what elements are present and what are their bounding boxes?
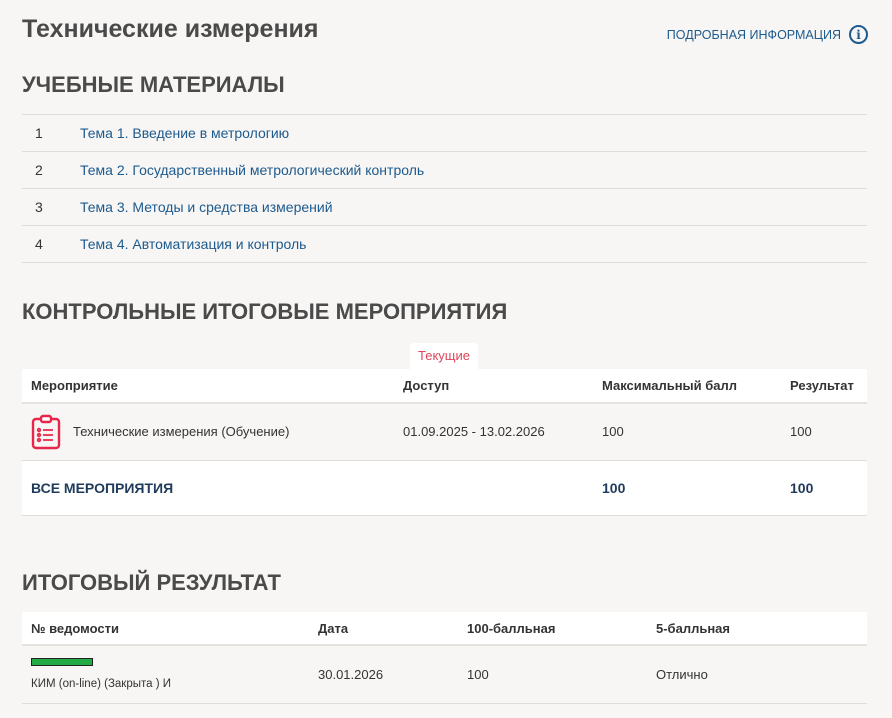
list-item: 2 Тема 2. Государственный метрологический… [22, 152, 867, 189]
page-title: Технические измерения [22, 15, 319, 43]
sheet-date: 30.01.2026 [309, 645, 458, 704]
final-heading: ИТОГОВЫЙ РЕЗУЛЬТАТ [22, 570, 281, 595]
total-max: 100 [593, 460, 781, 516]
col-header: Доступ [394, 369, 593, 404]
col-header: 5-балльная [647, 612, 867, 646]
sheet-name: КИМ (on-line) (Закрыта ) И [31, 678, 171, 691]
col-header: Максимальный балл [593, 369, 781, 404]
control-heading: КОНТРОЛЬНЫЕ ИТОГОВЫЕ МЕРОПРИЯТИЯ [22, 299, 508, 324]
score-5: Отлично [647, 645, 867, 704]
item-number: 4 [35, 236, 43, 252]
event-access: 01.09.2025 - 13.02.2026 [394, 403, 593, 461]
item-number: 2 [35, 162, 43, 178]
col-header: № ведомости [22, 612, 309, 646]
final-table: № ведомости Дата 100-балльная 5-балльная КИ… [22, 612, 867, 704]
col-header: Результат [781, 369, 867, 404]
topic-link[interactable]: Тема 2. Государственный метрологический … [80, 162, 424, 178]
item-number: 1 [35, 125, 43, 141]
list-item: 4 Тема 4. Автоматизация и контроль [22, 226, 867, 263]
total-row: ВСЕ МЕРОПРИЯТИЯ 100 100 [22, 460, 867, 516]
col-header: Дата [309, 612, 458, 646]
control-table: Мероприятие Доступ Максимальный балл Резуль… [22, 369, 867, 516]
total-label: ВСЕ МЕРОПРИЯТИЯ [22, 460, 394, 516]
total-result: 100 [781, 460, 867, 516]
list-item: 1 Тема 1. Введение в метрологию [22, 115, 867, 152]
clipboard-icon [31, 414, 61, 449]
event-name[interactable]: Технические измерения (Обучение) [73, 424, 289, 439]
item-number: 3 [35, 199, 43, 215]
event-result: 100 [781, 403, 867, 461]
list-item: 3 Тема 3. Методы и средства измерений [22, 189, 867, 226]
more-info-link[interactable]: ПОДРОБНАЯ ИНФОРМАЦИЯ i [667, 25, 868, 44]
table-row: КИМ (on-line) (Закрыта ) И 30.01.2026 10… [22, 645, 867, 704]
col-header: 100-балльная [458, 612, 647, 646]
topic-link[interactable]: Тема 4. Автоматизация и контроль [80, 236, 306, 252]
status-bar [31, 658, 93, 667]
topic-link[interactable]: Тема 1. Введение в метрологию [80, 125, 289, 141]
more-info-label: ПОДРОБНАЯ ИНФОРМАЦИЯ [666, 27, 841, 42]
col-header: Мероприятие [22, 369, 394, 404]
table-row[interactable]: Технические измерения (Обучение) 01.09.2… [22, 403, 867, 461]
topic-link[interactable]: Тема 3. Методы и средства измерений [80, 199, 333, 215]
score-100: 100 [458, 645, 647, 704]
event-max: 100 [593, 403, 781, 461]
info-icon: i [849, 25, 868, 44]
materials-heading: УЧЕБНЫЕ МАТЕРИАЛЫ [22, 72, 285, 97]
tab-current[interactable]: Текущие [410, 343, 478, 369]
materials-list: 1 Тема 1. Введение в метрологию 2 Тема 2. … [22, 114, 867, 263]
